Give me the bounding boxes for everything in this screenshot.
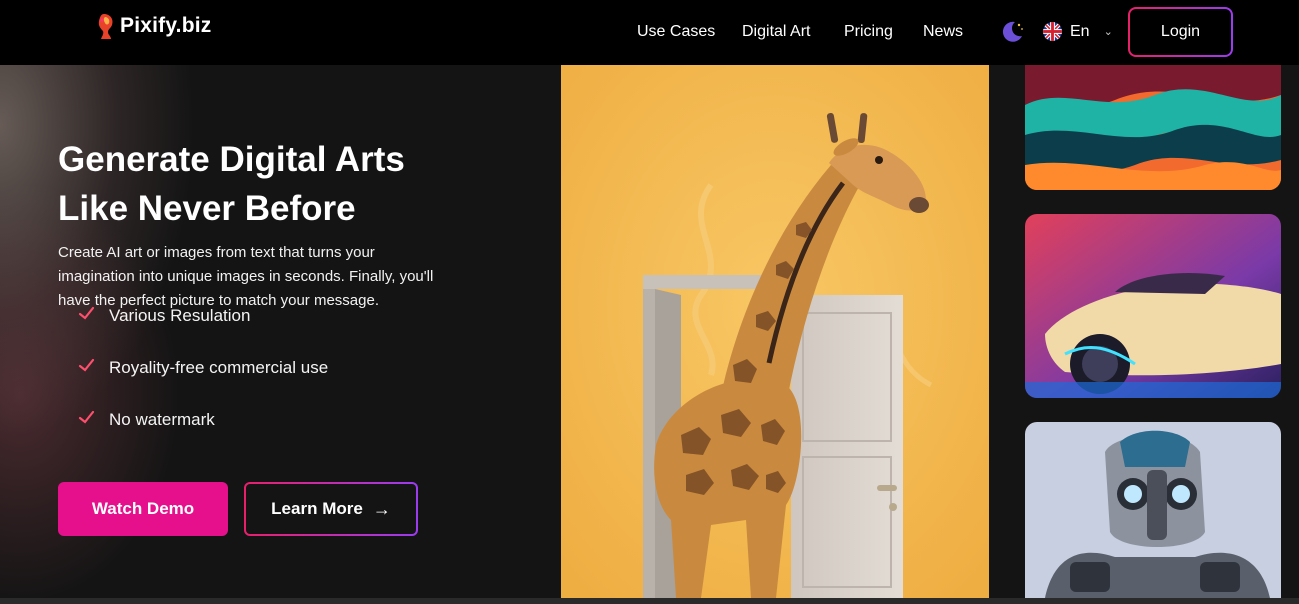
headline-line-1: Generate Digital Arts: [58, 140, 405, 179]
brand-name: Pixify.biz: [120, 14, 212, 37]
hero-description: Create AI art or images from text that t…: [58, 244, 434, 309]
feature-label: No watermark: [109, 410, 215, 429]
learn-more-button[interactable]: Learn More →: [244, 482, 418, 536]
gallery-card-sports-car[interactable]: [1025, 214, 1281, 398]
giraffe-door-illustration: [561, 65, 989, 598]
nav-pricing[interactable]: Pricing: [844, 23, 893, 41]
chevron-down-icon: ⌄: [1103, 26, 1113, 38]
check-icon: [78, 410, 95, 424]
top-navbar: Pixify.biz Use Cases Digital Art Pricing…: [0, 0, 1299, 65]
sports-car-image: [1025, 214, 1281, 398]
hero-headline: Generate Digital Arts Like Never Before: [58, 135, 478, 233]
nav-use-cases[interactable]: Use Cases: [637, 23, 715, 41]
abstract-waves-image: [1025, 65, 1281, 190]
learn-more-label: Learn More: [271, 499, 363, 518]
login-button[interactable]: Login: [1128, 7, 1233, 57]
moon-icon[interactable]: [999, 19, 1025, 45]
nav-news[interactable]: News: [923, 23, 963, 41]
watch-demo-button[interactable]: Watch Demo: [58, 482, 228, 536]
robot-image: [1025, 422, 1281, 598]
language-label: En: [1070, 22, 1090, 40]
nav-digital-art[interactable]: Digital Art: [742, 23, 810, 41]
gallery-card-robot[interactable]: [1025, 422, 1281, 598]
bottom-scroll-strip: [0, 598, 1299, 604]
feature-item: Royality-free commercial use: [78, 358, 328, 378]
hero-image-giraffe: [561, 65, 989, 598]
uk-flag-icon: [1043, 22, 1062, 41]
gallery-card-abstract-waves[interactable]: [1025, 65, 1281, 190]
feature-item: Various Resulation: [78, 306, 250, 326]
check-icon: [78, 306, 95, 320]
feature-label: Various Resulation: [109, 306, 251, 325]
headline-line-2: Like Never Before: [58, 189, 356, 228]
feature-item: No watermark: [78, 410, 215, 430]
brand-logo[interactable]: Pixify.biz: [96, 12, 211, 40]
pixify-logo-icon: [98, 14, 113, 39]
language-selector[interactable]: En ⌄: [1043, 22, 1113, 41]
gallery-column: [989, 65, 1299, 598]
check-icon: [78, 358, 95, 372]
feature-label: Royality-free commercial use: [109, 358, 329, 377]
arrow-right-icon: →: [372, 498, 391, 519]
